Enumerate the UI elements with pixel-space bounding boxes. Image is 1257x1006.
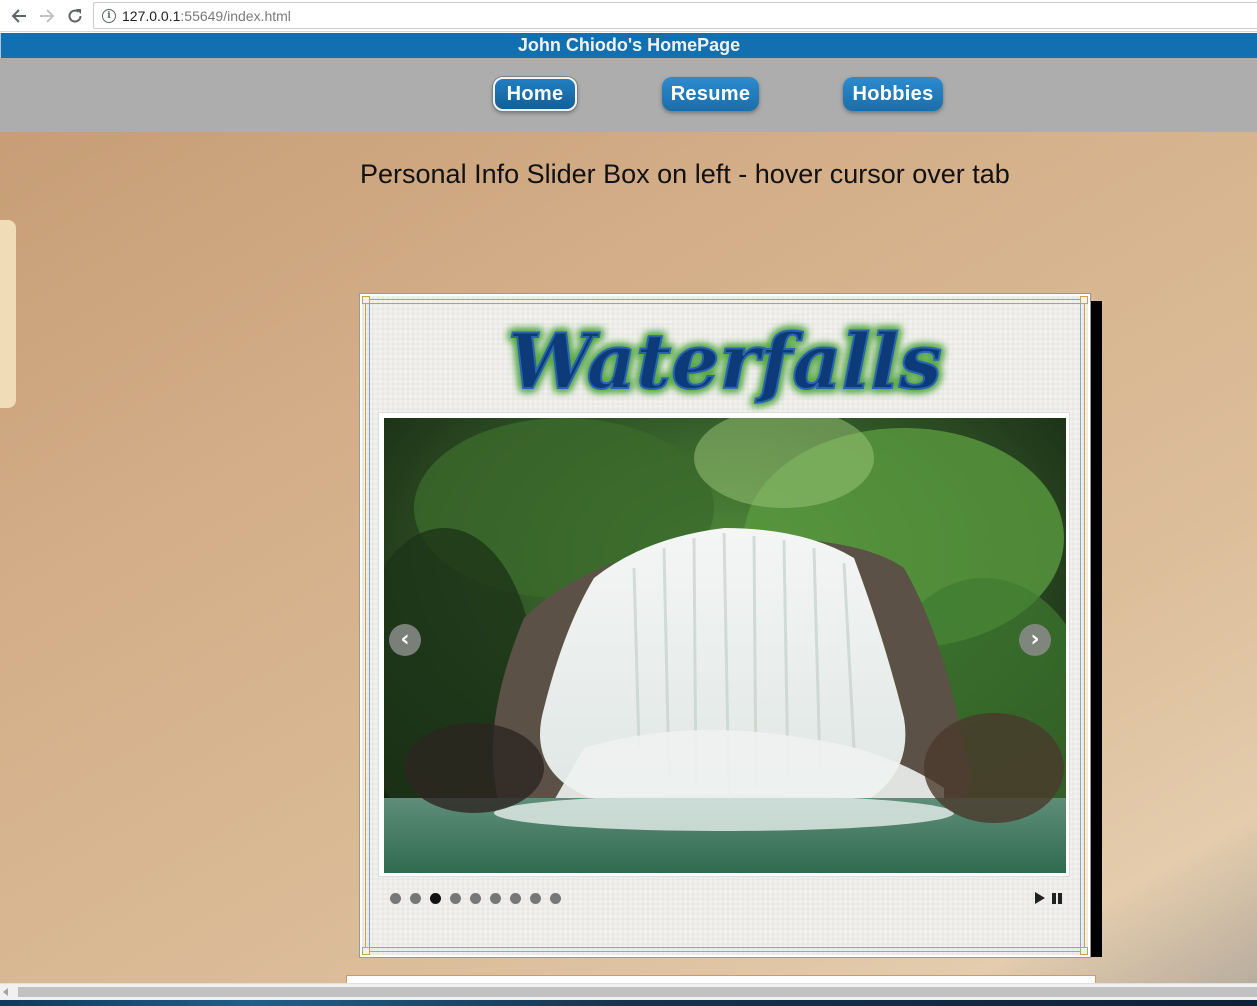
pause-icon[interactable] — [1052, 893, 1062, 904]
slide-indicator-dot[interactable] — [490, 893, 501, 904]
slide-indicator-dot[interactable] — [430, 893, 441, 904]
frame-corner — [362, 296, 370, 304]
slideshow-logo: Waterfalls Waterfalls — [362, 306, 1088, 416]
slide-indicator-dot[interactable] — [510, 893, 521, 904]
reload-button[interactable] — [64, 5, 86, 27]
page-heading: Personal Info Slider Box on left - hover… — [360, 159, 1010, 189]
browser-toolbar: i 127.0.0.1:55649/index.html — [0, 0, 1257, 32]
slideshow-frame: Waterfalls Waterfalls ‹ › — [360, 294, 1090, 957]
site-title: John Chiodo's HomePage — [0, 33, 1257, 58]
nav-home-button[interactable]: Home — [493, 77, 577, 111]
personal-info-slider-tab[interactable] — [0, 220, 16, 408]
reload-icon — [68, 9, 82, 23]
next-slide-button[interactable]: › — [1019, 624, 1051, 656]
slide-indicators — [390, 893, 570, 905]
slide-indicator-dot[interactable] — [390, 893, 401, 904]
slide-image-container: ‹ › — [378, 412, 1070, 877]
slide-indicator-dot[interactable] — [470, 893, 481, 904]
taskbar-strip — [0, 1000, 1257, 1006]
frame-corner — [1080, 947, 1088, 955]
info-icon[interactable]: i — [102, 8, 116, 23]
url-host: 127.0.0.1 — [122, 7, 181, 24]
prev-slide-button[interactable]: ‹ — [389, 624, 421, 656]
nav-hobbies-button[interactable]: Hobbies — [843, 77, 943, 111]
waterfall-photo — [384, 418, 1066, 873]
back-arrow-icon — [11, 9, 26, 23]
forward-button[interactable] — [36, 5, 58, 27]
slide-indicator-dot[interactable] — [530, 893, 541, 904]
back-button[interactable] — [8, 5, 30, 27]
slide-indicator-dot[interactable] — [450, 893, 461, 904]
scroll-left-arrow-icon[interactable] — [3, 988, 8, 996]
next-frame-top — [346, 975, 1096, 983]
slide-indicator-dot[interactable] — [550, 893, 561, 904]
logo-text: Waterfalls — [508, 317, 942, 406]
address-bar[interactable]: i 127.0.0.1:55649/index.html — [93, 2, 1257, 29]
page-viewport: John Chiodo's HomePage Home Resume Hobbi… — [0, 33, 1257, 983]
nav-menu: Home Resume Hobbies — [0, 58, 1257, 132]
frame-corner — [362, 947, 370, 955]
slide-indicator-dot[interactable] — [410, 893, 421, 904]
play-icon[interactable] — [1035, 892, 1045, 904]
horizontal-scrollbar[interactable] — [0, 983, 1257, 1000]
nav-resume-button[interactable]: Resume — [662, 77, 759, 111]
frame-corner — [1080, 296, 1088, 304]
waterfalls-logo: Waterfalls Waterfalls — [505, 314, 945, 409]
scrollbar-thumb[interactable] — [18, 987, 1257, 997]
url-path: :55649/index.html — [180, 7, 291, 24]
forward-arrow-icon — [40, 9, 55, 23]
